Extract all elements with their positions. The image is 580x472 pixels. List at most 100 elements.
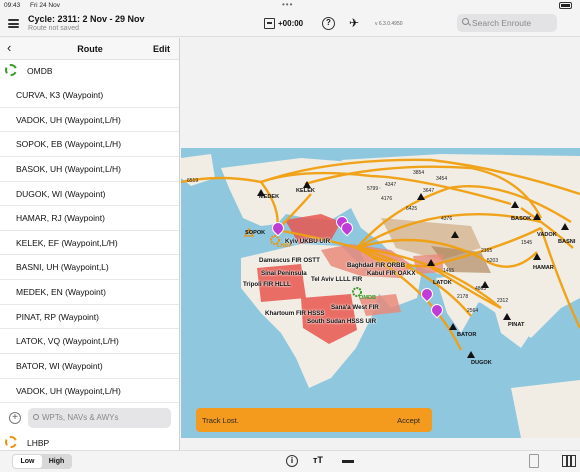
bottom-toolbar: Low High i ᴛT: [0, 450, 580, 472]
enroute-search[interactable]: Search Enroute: [457, 14, 557, 32]
leg-distance: 5203: [487, 258, 499, 264]
time-grid-icon[interactable]: [264, 18, 275, 29]
route-sidebar: ‹ Route Edit OMDB CURVA, K3 (Waypoint) V…: [0, 38, 180, 452]
accept-button[interactable]: Accept: [397, 416, 420, 425]
departure-code: OMDB: [27, 66, 53, 76]
fir-label-tel-aviv: Tel Aviv LLLL FIR: [311, 276, 363, 283]
waypoint-label-bator: BATOR: [457, 332, 477, 338]
waypoint-list: CURVA, K3 (Waypoint) VADOK, UH (Waypoint…: [0, 83, 179, 404]
leg-distance: 1465: [443, 268, 455, 274]
map-loading-area: [181, 38, 580, 148]
airport-gear-icon: [5, 436, 17, 448]
map-graphic: [181, 154, 580, 438]
waypoint-row[interactable]: VADOK, UH (Waypoint,L/H): [0, 108, 179, 133]
fir-label-sanaa: Sana'a West FIR: [331, 304, 379, 311]
waypoint-label-basni: BASNI: [558, 239, 576, 245]
edit-button[interactable]: Edit: [153, 44, 170, 54]
ruler-icon[interactable]: [342, 460, 354, 463]
departure-airport[interactable]: OMDB: [0, 63, 179, 80]
leg-distance: 4376: [441, 216, 453, 222]
leg-distance: 4176: [381, 196, 393, 202]
track-lost-message: Track Lost.: [202, 416, 239, 425]
leg-distance: 1545: [521, 240, 533, 246]
waypoint-row[interactable]: BATOR, WI (Waypoint): [0, 354, 179, 379]
waypoint-row[interactable]: KELEK, EF (Waypoint,L/H): [0, 231, 179, 256]
fir-label-khartoum: Khartoum FIR HSSS: [265, 310, 325, 317]
leg-distance: 6519: [187, 178, 199, 184]
search-icon: [33, 414, 39, 420]
waypoint-search-input[interactable]: WPTs, NAVs & AWYs: [28, 408, 171, 428]
waypoint-row[interactable]: VADOK, UH (Waypoint,L/H): [0, 379, 179, 404]
waypoint-label-dugok: DUGOK: [471, 360, 492, 366]
leg-distance: 6425: [406, 206, 418, 212]
route-status: Route not saved: [28, 25, 79, 32]
search-placeholder: Search Enroute: [472, 18, 532, 28]
back-chevron-icon[interactable]: ‹: [7, 40, 11, 55]
leg-distance: 5799: [367, 186, 379, 192]
map-icon[interactable]: [562, 455, 576, 467]
leg-distance: 2178: [457, 294, 469, 300]
add-waypoint-row: + WPTs, NAVs & AWYs: [0, 405, 179, 431]
leg-distance: 2564: [467, 308, 479, 314]
multitask-dots[interactable]: •••: [282, 0, 293, 9]
app-version: v 6.3.0.4950: [375, 21, 403, 27]
menu-icon[interactable]: [8, 19, 19, 28]
fir-label-tripoli: Tripoli FIR HLLL: [243, 281, 291, 288]
airplane-mode-icon[interactable]: ✈: [349, 16, 359, 30]
status-time: 09:43: [4, 2, 21, 9]
low-segment[interactable]: Low: [13, 455, 42, 468]
waypoint-row[interactable]: DUGOK, WI (Waypoint): [0, 182, 179, 207]
waypoint-row[interactable]: PINAT, RP (Waypoint): [0, 305, 179, 330]
leg-distance: 3454: [436, 176, 448, 182]
waypoint-search-placeholder: WPTs, NAVs & AWYs: [42, 413, 119, 422]
waypoint-row[interactable]: HAMAR, RJ (Waypoint): [0, 206, 179, 231]
leg-distance: 4347: [385, 182, 397, 188]
enroute-map[interactable]: MEDEK KELEK SOPOK LHBP OMDB BASOK VADOK …: [181, 148, 580, 438]
route-title: Route: [77, 44, 103, 54]
fir-label-kabul: Kabul FIR OAKX: [367, 270, 416, 277]
waypoint-label-kelek: KELEK: [296, 188, 315, 194]
waypoint-row[interactable]: MEDEK, EN (Waypoint): [0, 280, 179, 305]
waypoint-label-pinat: PINAT: [508, 322, 525, 328]
track-lost-banner: Track Lost. Accept: [196, 408, 432, 432]
fir-label-sinai: Sinai Peninsula: [261, 270, 307, 277]
cycle-title[interactable]: Cycle: 2311: 2 Nov - 29 Nov: [28, 14, 145, 24]
fir-label-baghdad: Baghdad FIR ORBB: [347, 262, 406, 269]
waypoint-row[interactable]: CURVA, K3 (Waypoint): [0, 83, 179, 108]
leg-distance: 4863: [475, 286, 487, 292]
document-icon[interactable]: [529, 454, 539, 468]
text-size-icon[interactable]: ᴛT: [313, 455, 323, 465]
info-icon[interactable]: i: [286, 455, 298, 467]
waypoint-label-basok: BASOK: [511, 216, 532, 222]
battery-icon: [559, 2, 572, 9]
leg-distance: 2312: [497, 298, 509, 304]
dugok-marker: [467, 351, 475, 358]
airport-gear-icon: [5, 64, 17, 76]
time-offset-button[interactable]: +00:00: [278, 19, 303, 28]
waypoint-label-omdb: OMDB: [359, 295, 377, 301]
waypoint-row[interactable]: SOPOK, EB (Waypoint,L/H): [0, 132, 179, 157]
waypoint-label-vadok: VADOK: [537, 232, 557, 238]
search-icon: [462, 18, 469, 25]
altitude-segmented-control: Low High: [12, 454, 72, 469]
waypoint-label-medek: MEDEK: [259, 194, 280, 200]
leg-distance: 3647: [423, 188, 435, 194]
leg-distance: 2165: [481, 248, 493, 254]
waypoint-row[interactable]: BASNI, UH (Waypoint,L): [0, 255, 179, 281]
waypoint-row[interactable]: LATOK, VQ (Waypoint,L/H): [0, 329, 179, 355]
waypoint-row[interactable]: BASOK, UH (Waypoint,L/H): [0, 157, 179, 182]
top-toolbar: Cycle: 2311: 2 Nov - 29 Nov Route not sa…: [0, 12, 580, 37]
status-date: Fri 24 Nov: [30, 2, 60, 9]
waypoint-label-latok: LATOK: [433, 280, 452, 286]
high-segment[interactable]: High: [42, 455, 71, 468]
fir-label-damascus: Damascus FIR OSTT: [259, 257, 320, 264]
fir-label-south-sudan: South Sudan HSSS UIR: [307, 318, 377, 325]
fir-label-kyiv: Kyiv UKBU UIR: [285, 238, 331, 245]
arrival-code: LHBP: [27, 438, 50, 448]
help-icon[interactable]: ?: [322, 17, 335, 30]
ios-status-bar: 09:43 Fri 24 Nov •••: [0, 0, 580, 12]
route-header: ‹ Route Edit: [0, 38, 179, 60]
add-icon[interactable]: +: [9, 412, 21, 424]
waypoint-label-hamar: HAMAR: [533, 265, 554, 271]
leg-distance: 3854: [413, 170, 425, 176]
